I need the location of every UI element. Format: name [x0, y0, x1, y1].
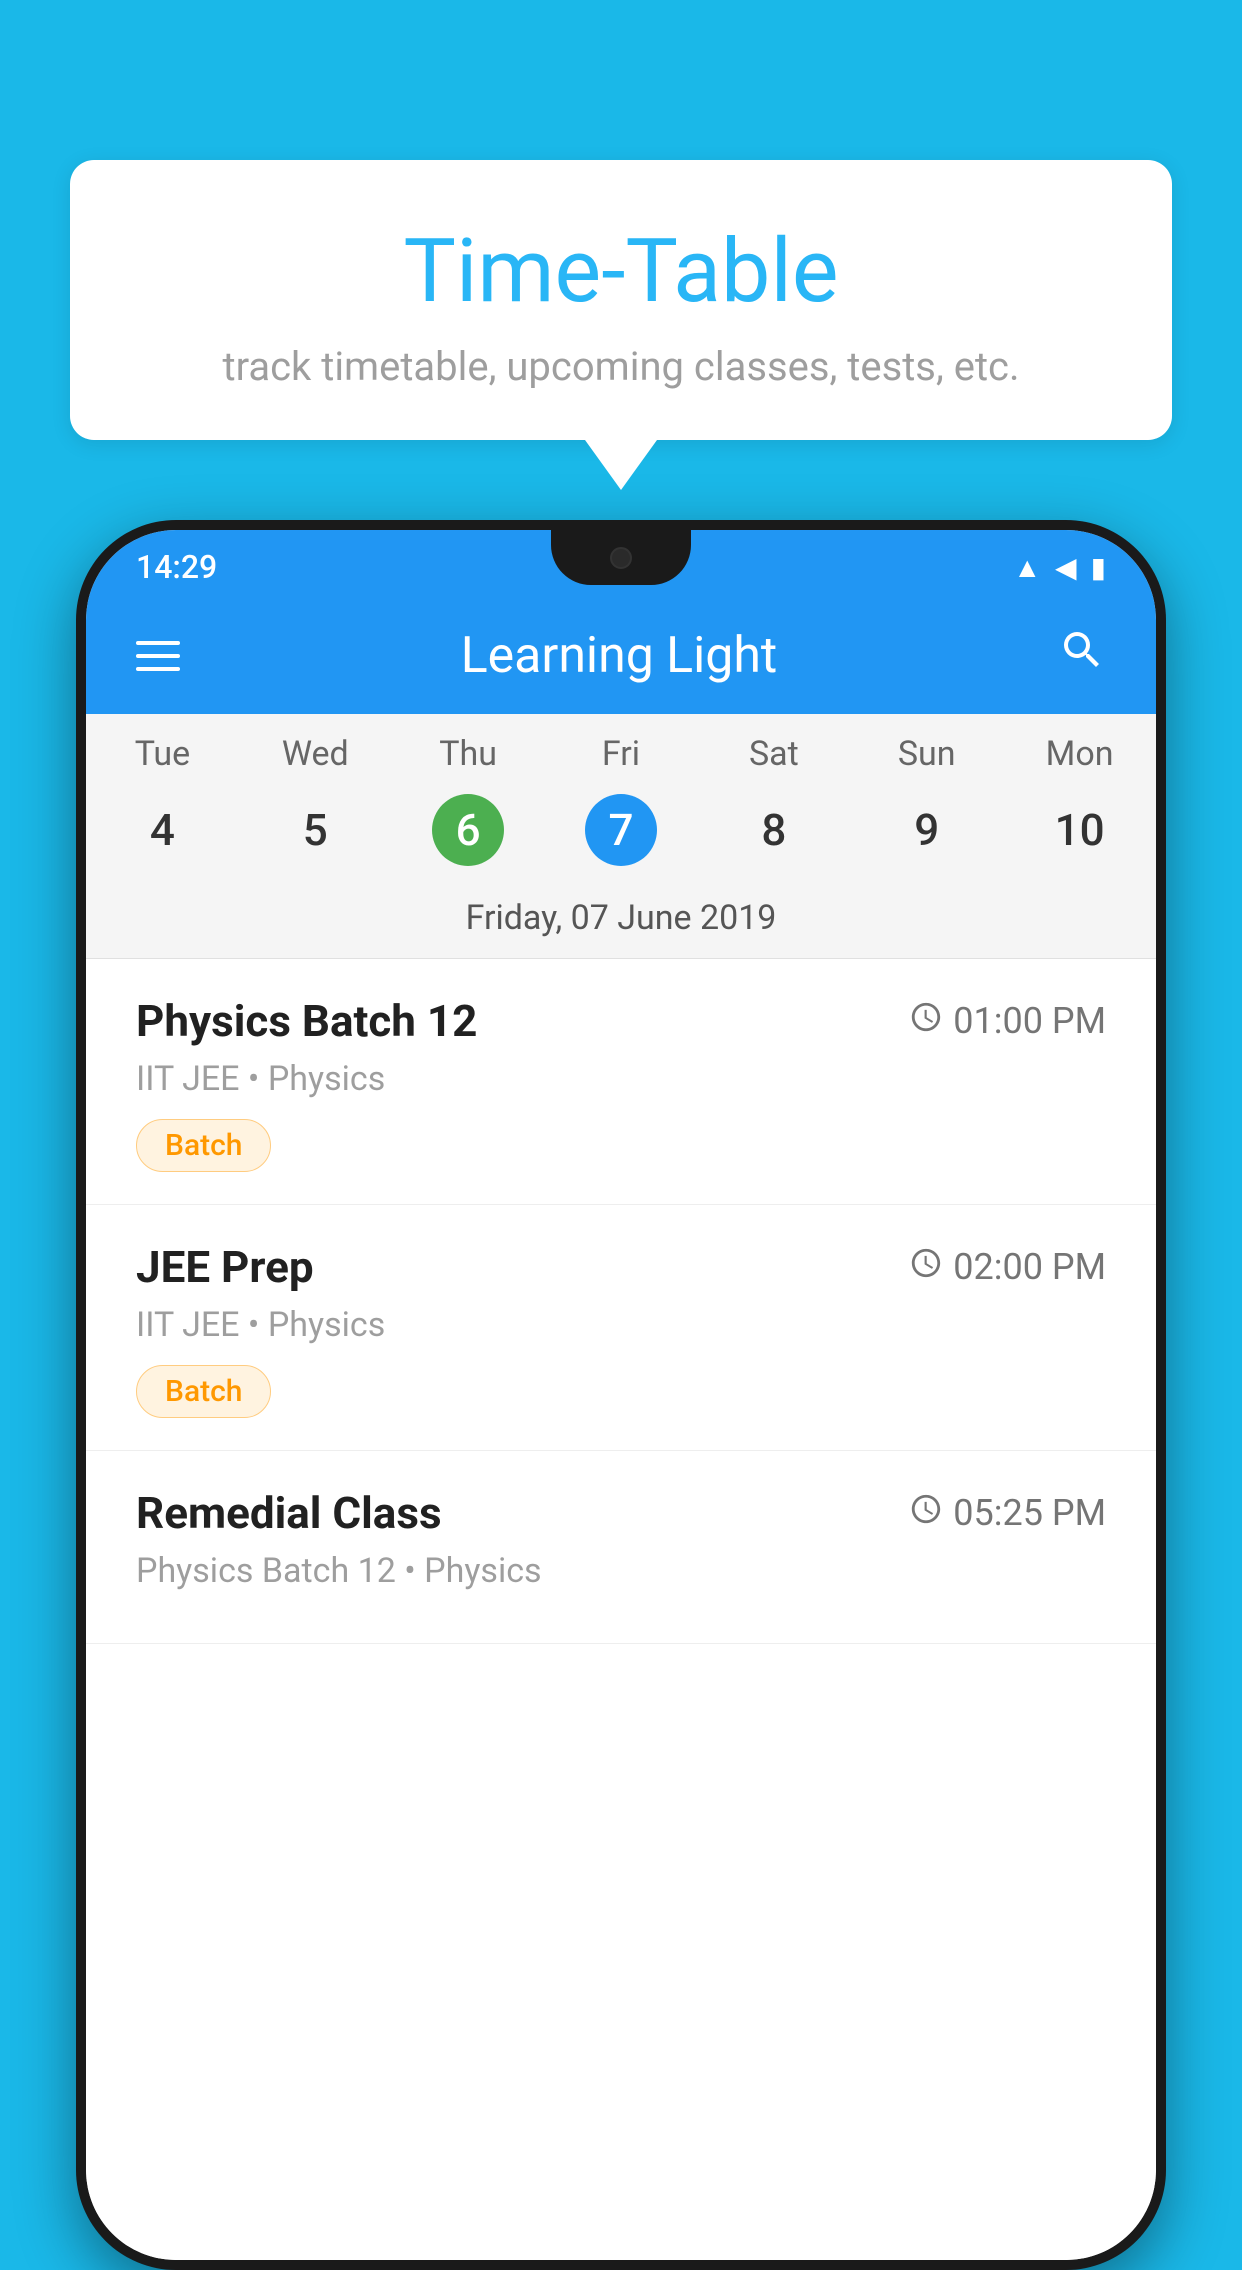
speech-bubble-card: Time-Table track timetable, upcoming cla…: [70, 160, 1172, 440]
day-header-sat: Sat: [697, 734, 850, 774]
schedule-item-1[interactable]: Physics Batch 12 01:00 PM IIT JEE • Phys…: [86, 959, 1156, 1205]
hamburger-line-2: [136, 654, 180, 658]
clock-icon-2: [909, 1246, 943, 1289]
status-icons: ▲ ◀ ▮: [1013, 551, 1106, 584]
hamburger-line-3: [136, 667, 180, 671]
schedule-item-3-subtitle: Physics Batch 12 • Physics: [136, 1551, 1106, 1591]
day-header-fri: Fri: [545, 734, 698, 774]
app-title: Learning Light: [461, 627, 778, 685]
schedule-item-2[interactable]: JEE Prep 02:00 PM IIT JEE • Physics Batc…: [86, 1205, 1156, 1451]
status-bar: 14:29 ▲ ◀ ▮: [86, 530, 1156, 598]
phone-wrapper: 14:29 ▲ ◀ ▮ Learning Light: [75, 520, 1167, 2208]
time-3: 05:25 PM: [953, 1492, 1106, 1534]
speech-bubble-arrow: [585, 440, 657, 490]
schedule-item-3-time: 05:25 PM: [909, 1492, 1106, 1535]
day-4[interactable]: 4: [86, 794, 239, 866]
app-header: Learning Light: [86, 598, 1156, 714]
day-7-circle: 7: [585, 794, 657, 866]
schedule-item-3[interactable]: Remedial Class 05:25 PM Physics Batch 12…: [86, 1451, 1156, 1644]
camera-dot: [610, 547, 632, 569]
day-5[interactable]: 5: [239, 794, 392, 866]
day-headers: Tue Wed Thu Fri Sat Sun Mon: [86, 714, 1156, 784]
calendar-section: Tue Wed Thu Fri Sat Sun Mon 4 5 6 7: [86, 714, 1156, 959]
day-7[interactable]: 7: [545, 794, 698, 866]
schedule-item-2-subtitle: IIT JEE • Physics: [136, 1305, 1106, 1345]
phone-screen: 14:29 ▲ ◀ ▮ Learning Light: [86, 530, 1156, 2260]
battery-icon: ▮: [1091, 551, 1106, 584]
schedule-item-1-header: Physics Batch 12 01:00 PM: [136, 995, 1106, 1047]
schedule-item-1-time: 01:00 PM: [909, 1000, 1106, 1043]
schedule-item-3-title: Remedial Class: [136, 1487, 442, 1539]
schedule-item-2-title: JEE Prep: [136, 1241, 314, 1293]
day-header-thu: Thu: [392, 734, 545, 774]
speech-bubble-subtitle: track timetable, upcoming classes, tests…: [130, 343, 1112, 390]
schedule-item-1-subtitle: IIT JEE • Physics: [136, 1059, 1106, 1099]
speech-bubble-section: Time-Table track timetable, upcoming cla…: [70, 160, 1172, 490]
day-header-mon: Mon: [1003, 734, 1156, 774]
phone-notch: [551, 530, 691, 585]
time-2: 02:00 PM: [953, 1246, 1106, 1288]
hamburger-line-1: [136, 641, 180, 645]
day-10[interactable]: 10: [1003, 794, 1156, 866]
day-numbers: 4 5 6 7 8 9 10: [86, 784, 1156, 886]
signal-icon: ◀: [1055, 551, 1077, 584]
day-header-wed: Wed: [239, 734, 392, 774]
schedule-item-1-title: Physics Batch 12: [136, 995, 477, 1047]
hamburger-menu-button[interactable]: [136, 641, 180, 671]
batch-tag-1: Batch: [136, 1119, 271, 1172]
day-6[interactable]: 6: [392, 794, 545, 866]
batch-tag-2: Batch: [136, 1365, 271, 1418]
schedule-item-3-header: Remedial Class 05:25 PM: [136, 1487, 1106, 1539]
day-9[interactable]: 9: [850, 794, 1003, 866]
time-1: 01:00 PM: [953, 1000, 1106, 1042]
status-time: 14:29: [136, 548, 217, 586]
schedule-item-2-header: JEE Prep 02:00 PM: [136, 1241, 1106, 1293]
clock-icon-1: [909, 1000, 943, 1043]
day-6-circle: 6: [432, 794, 504, 866]
schedule-item-2-time: 02:00 PM: [909, 1246, 1106, 1289]
phone-frame: 14:29 ▲ ◀ ▮ Learning Light: [76, 520, 1166, 2270]
clock-icon-3: [909, 1492, 943, 1535]
search-button[interactable]: [1058, 626, 1106, 686]
day-header-sun: Sun: [850, 734, 1003, 774]
selected-date: Friday, 07 June 2019: [86, 886, 1156, 959]
schedule-list: Physics Batch 12 01:00 PM IIT JEE • Phys…: [86, 959, 1156, 2260]
day-header-tue: Tue: [86, 734, 239, 774]
wifi-icon: ▲: [1013, 551, 1041, 584]
day-8[interactable]: 8: [697, 794, 850, 866]
speech-bubble-title: Time-Table: [130, 220, 1112, 323]
